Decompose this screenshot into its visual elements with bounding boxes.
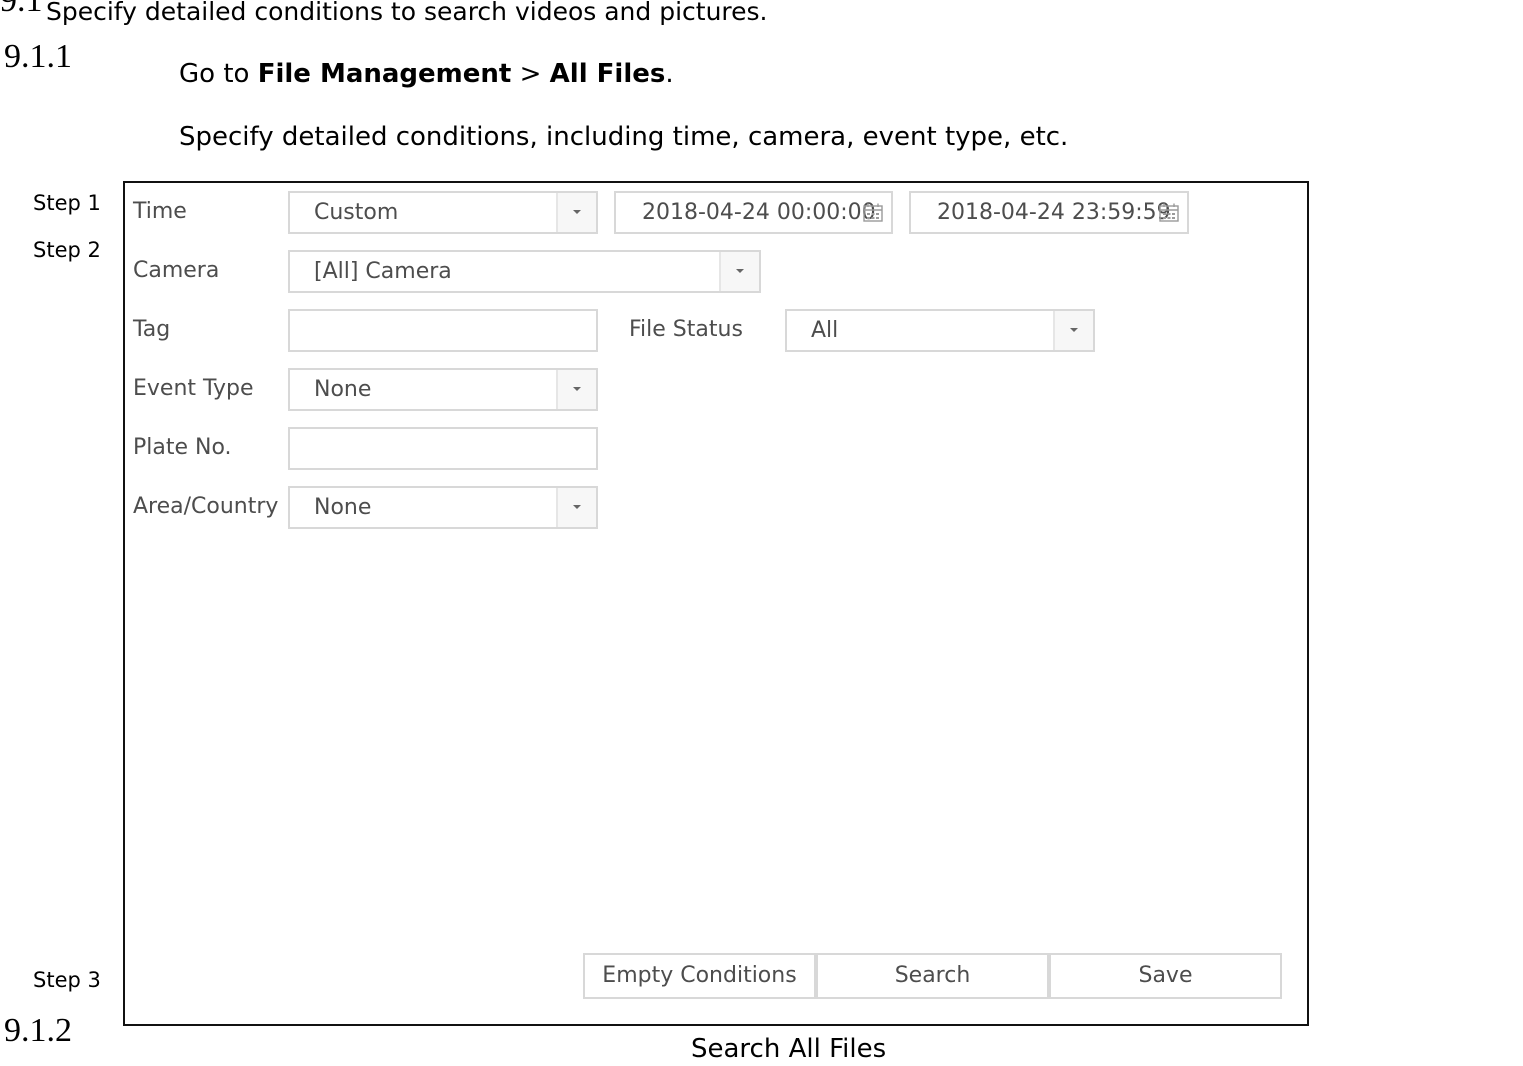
instruction-separator: >	[511, 59, 550, 89]
section-heading: Specify detailed conditions to search vi…	[46, 0, 768, 26]
step1-number: 9.1.1	[4, 38, 72, 75]
time-mode-value: Custom	[314, 200, 399, 225]
section-number: 9.1	[0, 0, 43, 19]
camera-label: Camera	[133, 258, 220, 283]
start-time-value: 2018-04-24 00:00:00	[642, 200, 876, 225]
chevron-down-icon	[573, 387, 581, 391]
search-button[interactable]: Search	[816, 953, 1049, 999]
event-type-value: None	[314, 377, 372, 402]
tag-label: Tag	[133, 317, 171, 342]
end-time-field[interactable]: 2018-04-24 23:59:59	[909, 191, 1189, 234]
step3-number: 9.1.2	[4, 1012, 72, 1049]
start-time-field[interactable]: 2018-04-24 00:00:00	[614, 191, 893, 234]
chevron-down-icon	[573, 505, 581, 509]
event-type-dropdown-button[interactable]	[556, 370, 596, 409]
camera-dropdown-button[interactable]	[719, 252, 759, 291]
search-conditions-panel	[123, 181, 1309, 1026]
instruction-specify: Specify detailed conditions, including t…	[179, 122, 1069, 152]
chevron-down-icon	[573, 210, 581, 214]
chevron-down-icon	[736, 269, 744, 273]
plate-no-input[interactable]	[288, 427, 598, 470]
step-3-label: Step 3	[33, 968, 101, 992]
menu-all-files: All Files	[549, 59, 666, 89]
area-country-select[interactable]: None	[288, 486, 598, 529]
instruction-suffix: .	[665, 59, 674, 89]
calendar-icon[interactable]	[1159, 203, 1179, 222]
empty-conditions-button[interactable]: Empty Conditions	[583, 953, 816, 999]
figure-caption: Search All Files	[691, 1034, 887, 1064]
instruction-go-to: Go to File Management > All Files.	[179, 57, 674, 91]
camera-value: [All] Camera	[314, 259, 452, 284]
event-type-select[interactable]: None	[288, 368, 598, 411]
plate-no-label: Plate No.	[133, 435, 232, 460]
chevron-down-icon	[1070, 328, 1078, 332]
calendar-icon[interactable]	[863, 203, 883, 222]
time-mode-select[interactable]: Custom	[288, 191, 598, 234]
menu-file-management: File Management	[257, 59, 512, 89]
camera-select[interactable]: [All] Camera	[288, 250, 761, 293]
area-country-value: None	[314, 495, 372, 520]
time-mode-dropdown-button[interactable]	[556, 193, 596, 232]
file-status-label: File Status	[629, 317, 743, 342]
step-2-label: Step 2	[33, 238, 101, 262]
file-status-value: All	[811, 318, 839, 343]
step-1-label: Step 1	[33, 191, 101, 215]
instruction-prefix: Go to	[179, 59, 258, 89]
save-button[interactable]: Save	[1049, 953, 1282, 999]
event-type-label: Event Type	[133, 376, 254, 401]
file-status-select[interactable]: All	[785, 309, 1095, 352]
end-time-value: 2018-04-24 23:59:59	[937, 200, 1171, 225]
file-status-dropdown-button[interactable]	[1053, 311, 1093, 350]
time-label: Time	[133, 199, 187, 224]
tag-input[interactable]	[288, 309, 598, 352]
area-country-label: Area/Country	[133, 494, 279, 519]
area-country-dropdown-button[interactable]	[556, 488, 596, 527]
